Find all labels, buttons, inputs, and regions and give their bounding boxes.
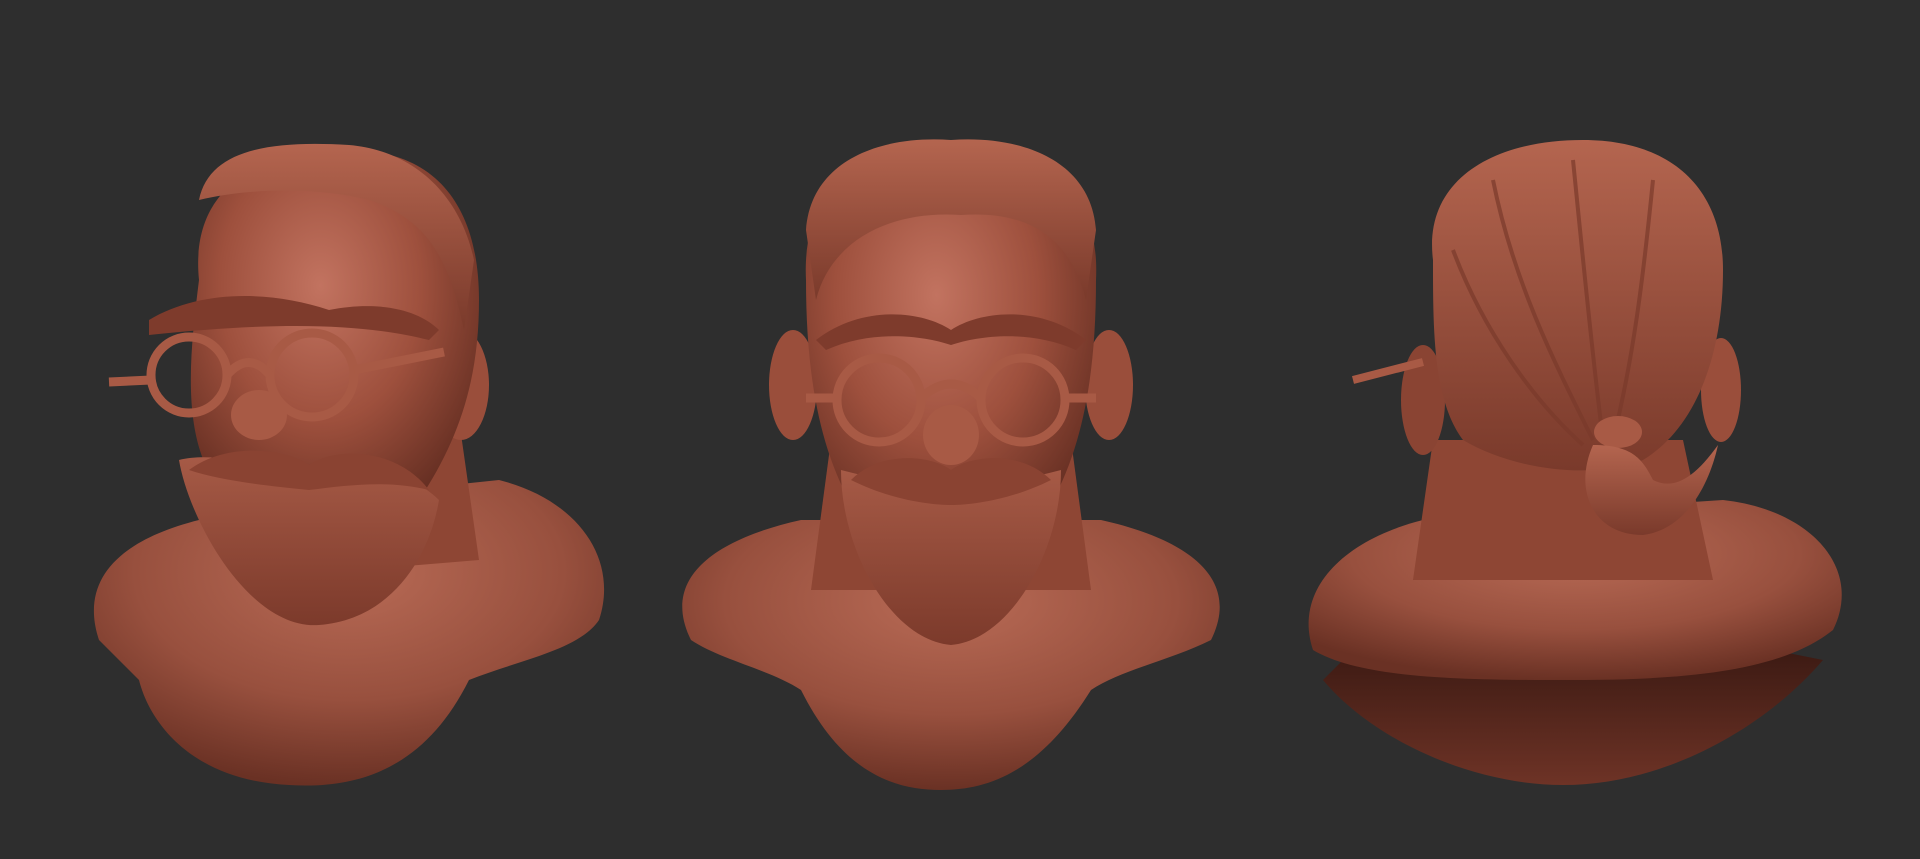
bust-back-view [1308,140,1842,785]
bust-three-quarter-view [93,143,605,786]
nose [923,405,979,465]
bust-front-view [682,139,1220,790]
sculpt-render-scene [93,139,1842,790]
ponytail-tie [1594,416,1642,448]
